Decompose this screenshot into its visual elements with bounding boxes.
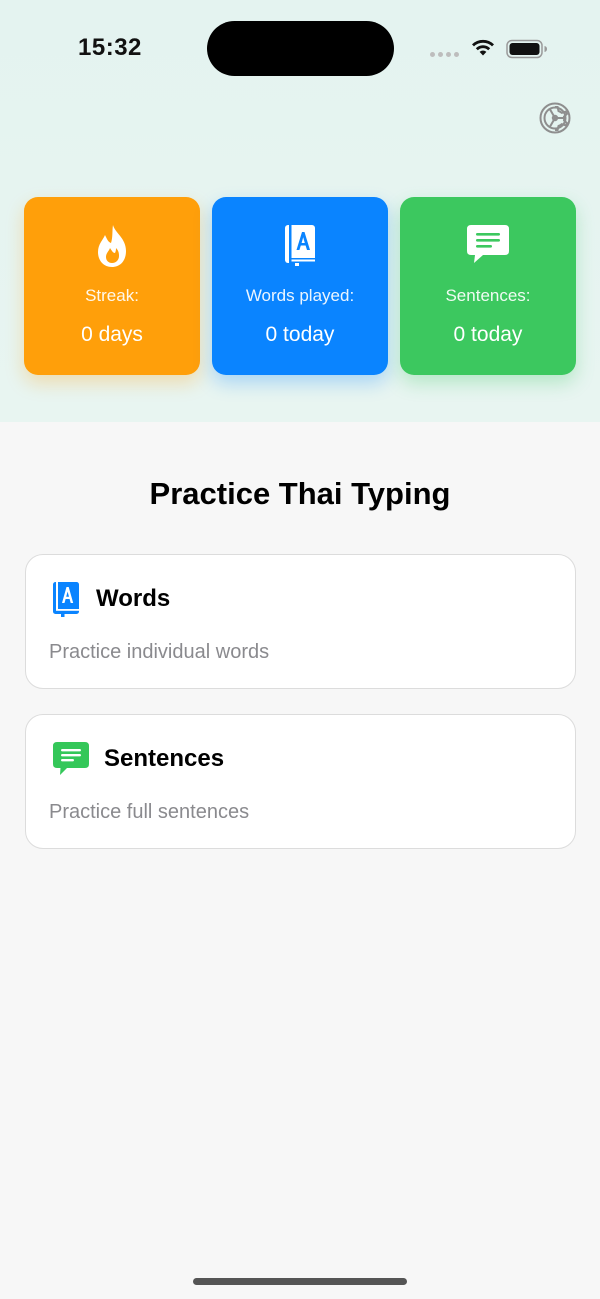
streak-value: 0 days [81,323,143,346]
flame-icon [98,225,126,267]
home-indicator[interactable] [193,1278,407,1285]
streak-card: Streak: 0 days [24,197,200,375]
practice-words-title: Words [96,585,171,612]
streak-label: Streak: [85,286,139,305]
app-screen: 15:32 Streak: 0 days Words played: 0 tod… [0,0,600,1299]
battery-icon [506,39,547,59]
stats-header: 15:32 Streak: 0 days Words played: 0 tod… [0,0,600,422]
dynamic-island [207,21,394,76]
page-title: Practice Thai Typing [149,476,451,511]
book-icon [53,582,79,617]
cellular-signal-icon [430,52,460,58]
gear-icon[interactable] [536,99,574,137]
practice-words-description: Practice individual words [49,641,270,663]
book-icon [285,225,315,266]
message-icon [53,742,89,775]
sentences-card: Sentences: 0 today [400,197,576,375]
message-icon [467,225,509,263]
practice-sentences-title: Sentences [104,745,225,772]
words-played-label: Words played: [245,286,355,305]
words-played-card: Words played: 0 today [212,197,388,375]
sentences-label: Sentences: [445,286,531,305]
words-played-value: 0 today [265,323,335,346]
practice-sentences-card[interactable]: Sentences Practice full sentences [25,714,576,849]
practice-words-card[interactable]: Words Practice individual words [25,554,576,689]
practice-sentences-description: Practice full sentences [49,801,250,823]
status-time: 15:32 [78,34,142,61]
wifi-icon [472,39,494,56]
sentences-value: 0 today [453,323,523,346]
